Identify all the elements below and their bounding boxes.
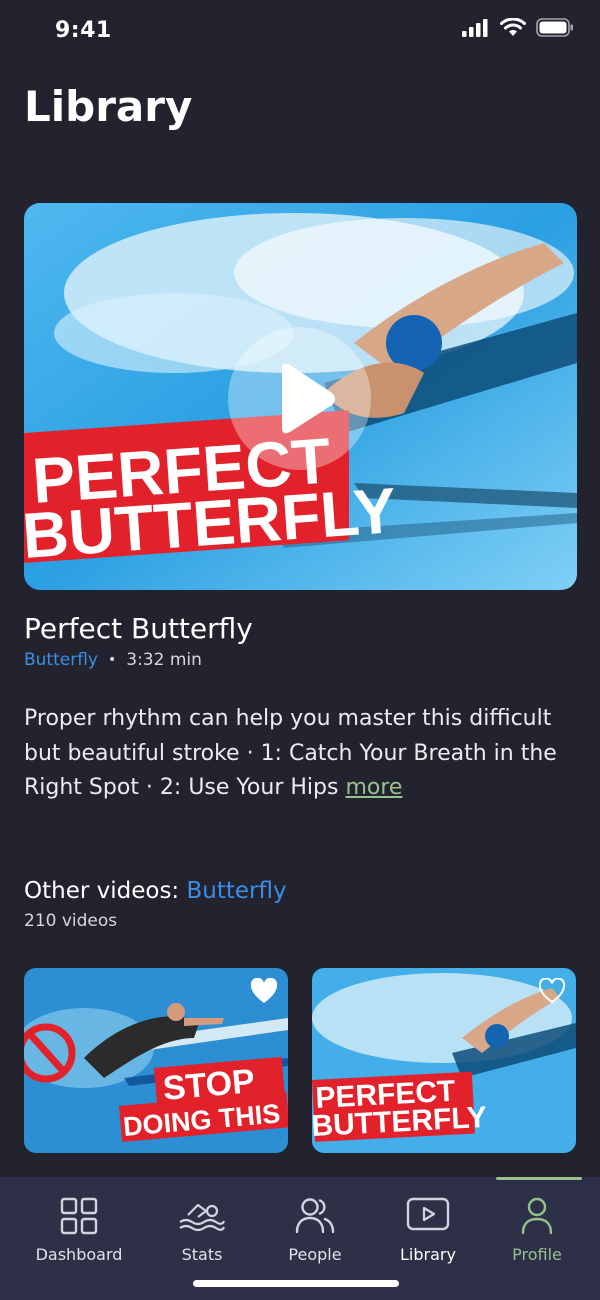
home-indicator[interactable] xyxy=(193,1280,399,1287)
tab-dashboard[interactable]: Dashboard xyxy=(20,1177,138,1277)
play-icon xyxy=(282,363,335,434)
other-videos-heading: Other videos: Butterfly xyxy=(24,878,287,904)
video-description-text: Proper rhythm can help you master this d… xyxy=(24,706,557,800)
video-card[interactable]: PERFECT BUTTERFLY xyxy=(312,968,576,1153)
perfect-butterfly-thumbnail-image: PERFECT BUTTERFLY xyxy=(312,968,576,1153)
video-title: Perfect Butterfly xyxy=(24,612,253,645)
heart-filled-icon[interactable] xyxy=(250,978,278,1004)
more-link[interactable]: more xyxy=(345,775,402,800)
tab-people-label: People xyxy=(288,1245,342,1264)
grid-icon xyxy=(60,1197,98,1235)
tab-library[interactable]: Library xyxy=(369,1177,487,1277)
play-box-icon xyxy=(406,1197,450,1231)
tab-stats-label: Stats xyxy=(181,1245,223,1264)
page-title: Library xyxy=(24,82,193,131)
heart-outline-icon[interactable] xyxy=(538,978,566,1004)
tab-profile[interactable]: Profile xyxy=(478,1177,596,1277)
video-category[interactable]: Butterfly xyxy=(24,650,98,670)
video-count: 210 videos xyxy=(24,911,118,931)
featured-video-thumbnail[interactable]: PERFECT BUTTERFLY xyxy=(24,203,577,590)
tab-people[interactable]: People xyxy=(256,1177,374,1277)
stop-doing-this-thumbnail-image: STOP DOING THIS xyxy=(24,968,288,1153)
wifi-icon xyxy=(500,18,526,36)
video-duration: 3:32 min xyxy=(126,650,202,670)
video-description: Proper rhythm can help you master this d… xyxy=(24,702,579,806)
play-button[interactable] xyxy=(228,327,371,470)
people-icon xyxy=(295,1198,335,1234)
tab-profile-label: Profile xyxy=(512,1245,562,1264)
cellular-signal-icon xyxy=(462,18,488,37)
swimmer-icon xyxy=(179,1203,226,1232)
other-videos-heading-prefix: Other videos: xyxy=(24,878,180,904)
tab-library-label: Library xyxy=(400,1245,456,1264)
status-bar: 9:41 xyxy=(0,0,600,64)
battery-icon xyxy=(536,18,573,37)
meta-separator: • xyxy=(108,652,117,668)
person-icon xyxy=(521,1197,553,1235)
video-card[interactable]: STOP DOING THIS xyxy=(24,968,288,1153)
tab-dashboard-label: Dashboard xyxy=(35,1245,123,1264)
tab-stats[interactable]: Stats xyxy=(143,1177,261,1277)
status-time: 9:41 xyxy=(55,18,112,43)
video-meta: Butterfly • 3:32 min xyxy=(24,650,202,670)
other-videos-heading-category[interactable]: Butterfly xyxy=(186,878,286,904)
status-icons xyxy=(462,18,574,37)
